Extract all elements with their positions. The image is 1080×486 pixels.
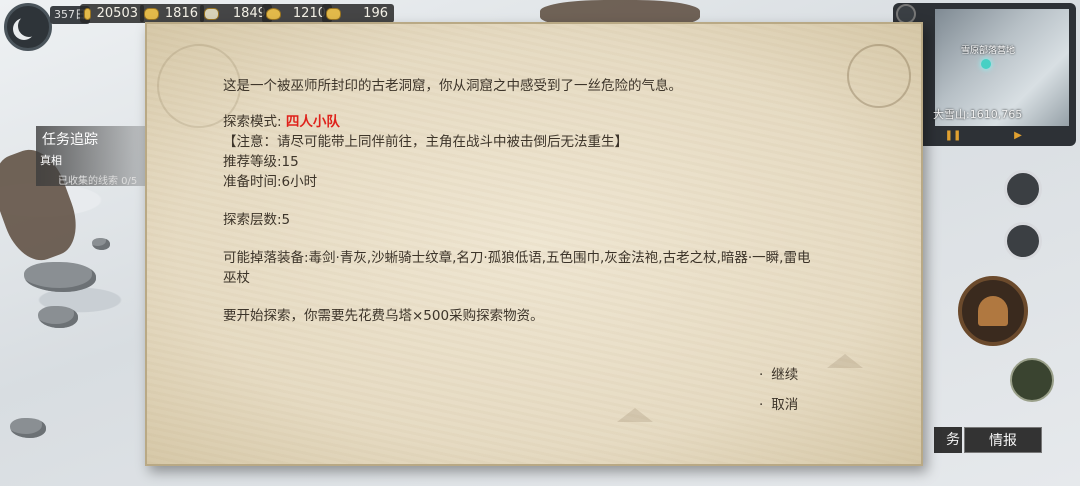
intel-button[interactable]: 情报 <box>964 427 1042 453</box>
gold-bar-icon <box>144 7 159 20</box>
gold-coin-icon <box>84 7 91 20</box>
pause-icon[interactable]: ❚❚ <box>943 129 963 143</box>
resource-gold: 20503 <box>80 4 144 23</box>
loot-list: 可能掉落装备:毒剑·青灰,沙蜥骑士纹章,名刀·孤狼低语,五色围巾,灰金法袍,古老… <box>223 250 811 266</box>
event-dialog: 这是一个被巫师所封印的古老洞窟，你从洞窟之中感受到了一丝危险的气息。 探索模式:… <box>145 22 923 466</box>
quest-tracker[interactable]: 任务追踪 真相 已收集的线索 0/5 <box>36 126 151 187</box>
player-marker-icon <box>981 59 991 69</box>
play-icon[interactable]: ▶ <box>1008 129 1028 143</box>
pin-button[interactable] <box>1004 222 1042 260</box>
day-night-dial[interactable] <box>4 3 52 51</box>
mountain-sketch <box>827 354 863 368</box>
loot-list-continued: 巫杖 <box>223 270 250 286</box>
rock <box>38 306 78 328</box>
flag-button[interactable] <box>1004 170 1042 208</box>
cost-info: 要开始探索，你需要先花费乌塔×500采购探索物资。 <box>223 308 544 324</box>
horse-button[interactable] <box>1010 358 1054 402</box>
explore-floors: 探索层数:5 <box>223 212 291 228</box>
resource-gold-bar: 1816 <box>140 4 204 23</box>
quest-tracker-title: 任务追踪 <box>42 132 98 148</box>
coin-stack-icon <box>326 7 341 20</box>
explore-mode-value: 四人小队 <box>285 114 340 130</box>
quest-progress: 已收集的线索 0/5 <box>58 176 138 187</box>
dialog-note: 【注意：请尽可能带上同伴前往，主角在战斗中被击倒后无法重生】 <box>223 134 628 150</box>
rock <box>92 238 110 250</box>
dialog-intro: 这是一个被巫师所封印的古老洞窟，你从洞窟之中感受到了一丝危险的气息。 <box>223 78 682 94</box>
mountain-sketch <box>617 408 653 422</box>
explore-mode: 探索模式: 四人小队 <box>223 114 340 130</box>
helmet-icon <box>978 296 1008 326</box>
swirl-ornament-icon <box>157 44 241 128</box>
silver-bar-icon <box>204 7 219 20</box>
minimap-toggle-button[interactable] <box>896 4 916 24</box>
continue-option[interactable]: · 继续 <box>759 363 798 383</box>
task-button[interactable]: 务 <box>934 427 962 453</box>
resource-coins: 196 <box>322 4 394 23</box>
prep-time: 准备时间:6小时 <box>223 174 318 190</box>
minimap-location: 大雪山:1610,765 <box>933 108 1023 121</box>
recommended-level: 推荐等级:15 <box>223 154 299 170</box>
bullet-icon: · <box>759 397 764 413</box>
camp-button[interactable] <box>958 276 1028 346</box>
minimap-city-label: 雪原部落营地 <box>961 46 1016 56</box>
bullet-icon: · <box>759 367 764 383</box>
cancel-option[interactable]: · 取消 <box>759 393 798 413</box>
moon-icon <box>18 15 40 37</box>
rock <box>10 418 46 438</box>
quest-name: 真相 <box>40 154 62 167</box>
sun-emblem-icon <box>847 44 911 108</box>
money-bag-icon <box>266 7 281 20</box>
